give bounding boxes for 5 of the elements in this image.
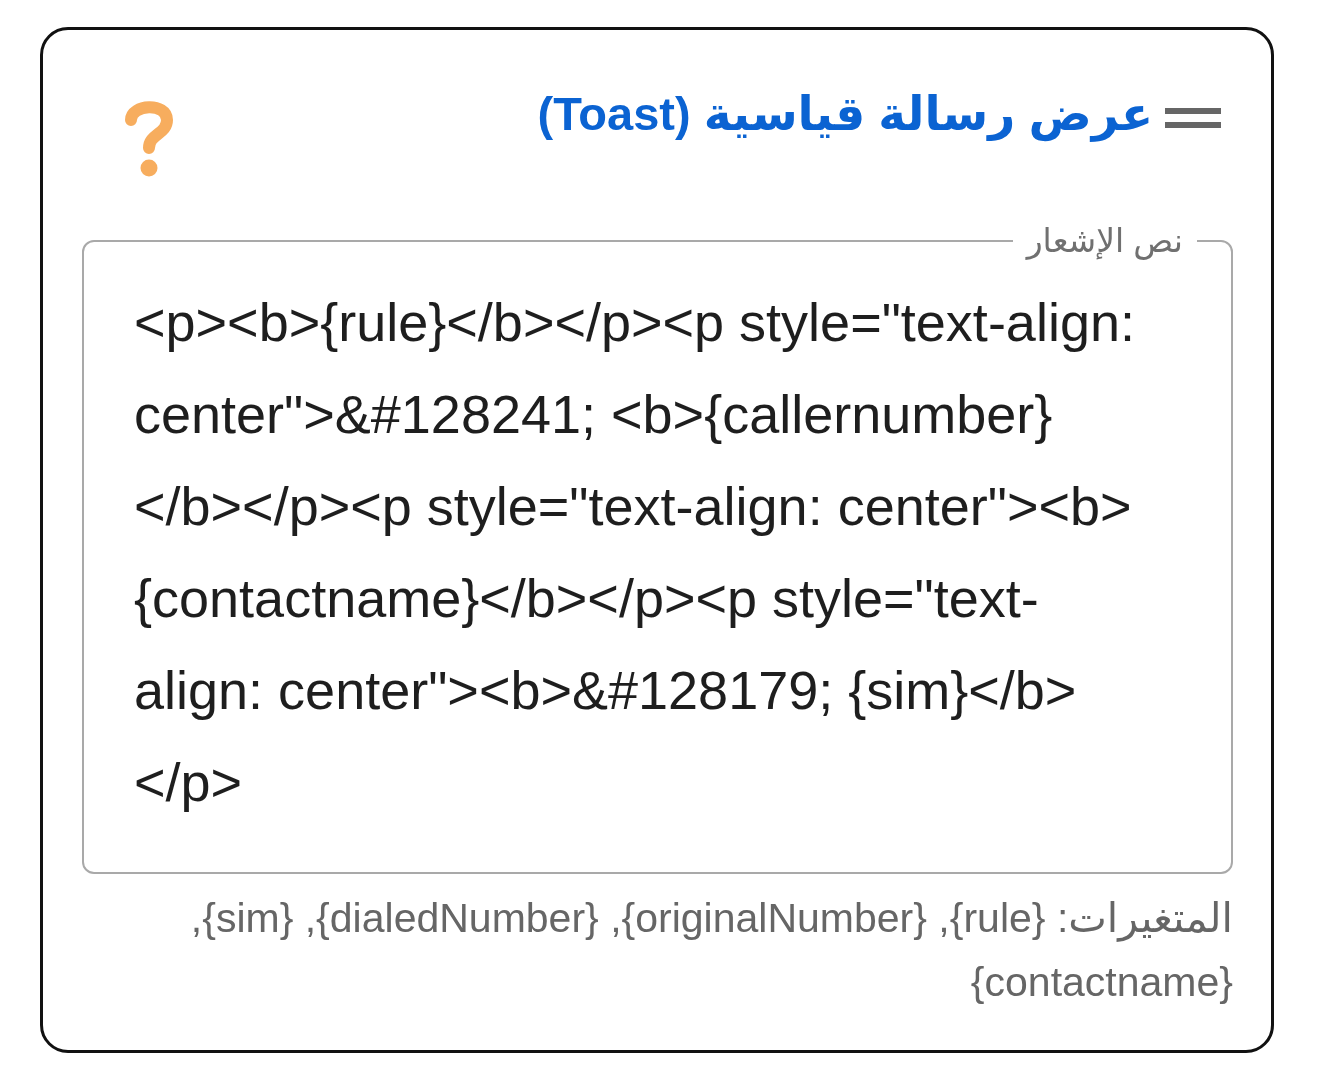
field-value: <p><b>{rule}</b></p><p style="text-align: center">&#128241; <b>{callernumber}</b></p><p style="text-align: center"><b>{contactname}</b></p><p style="text-align: center"><b>&#128179; {sim}</b></p> — [134, 291, 1136, 814]
section-title: عرض رسالة قياسية (Toast) — [537, 86, 1153, 144]
drag-handle-icon[interactable] — [1165, 108, 1221, 128]
field-label: نص الإشعار — [1024, 222, 1184, 260]
variables-hint: المتغيرات: {rule}, {originalNumber}, {dialedNumber}, {sim}, {contactname} — [189, 894, 1233, 1007]
